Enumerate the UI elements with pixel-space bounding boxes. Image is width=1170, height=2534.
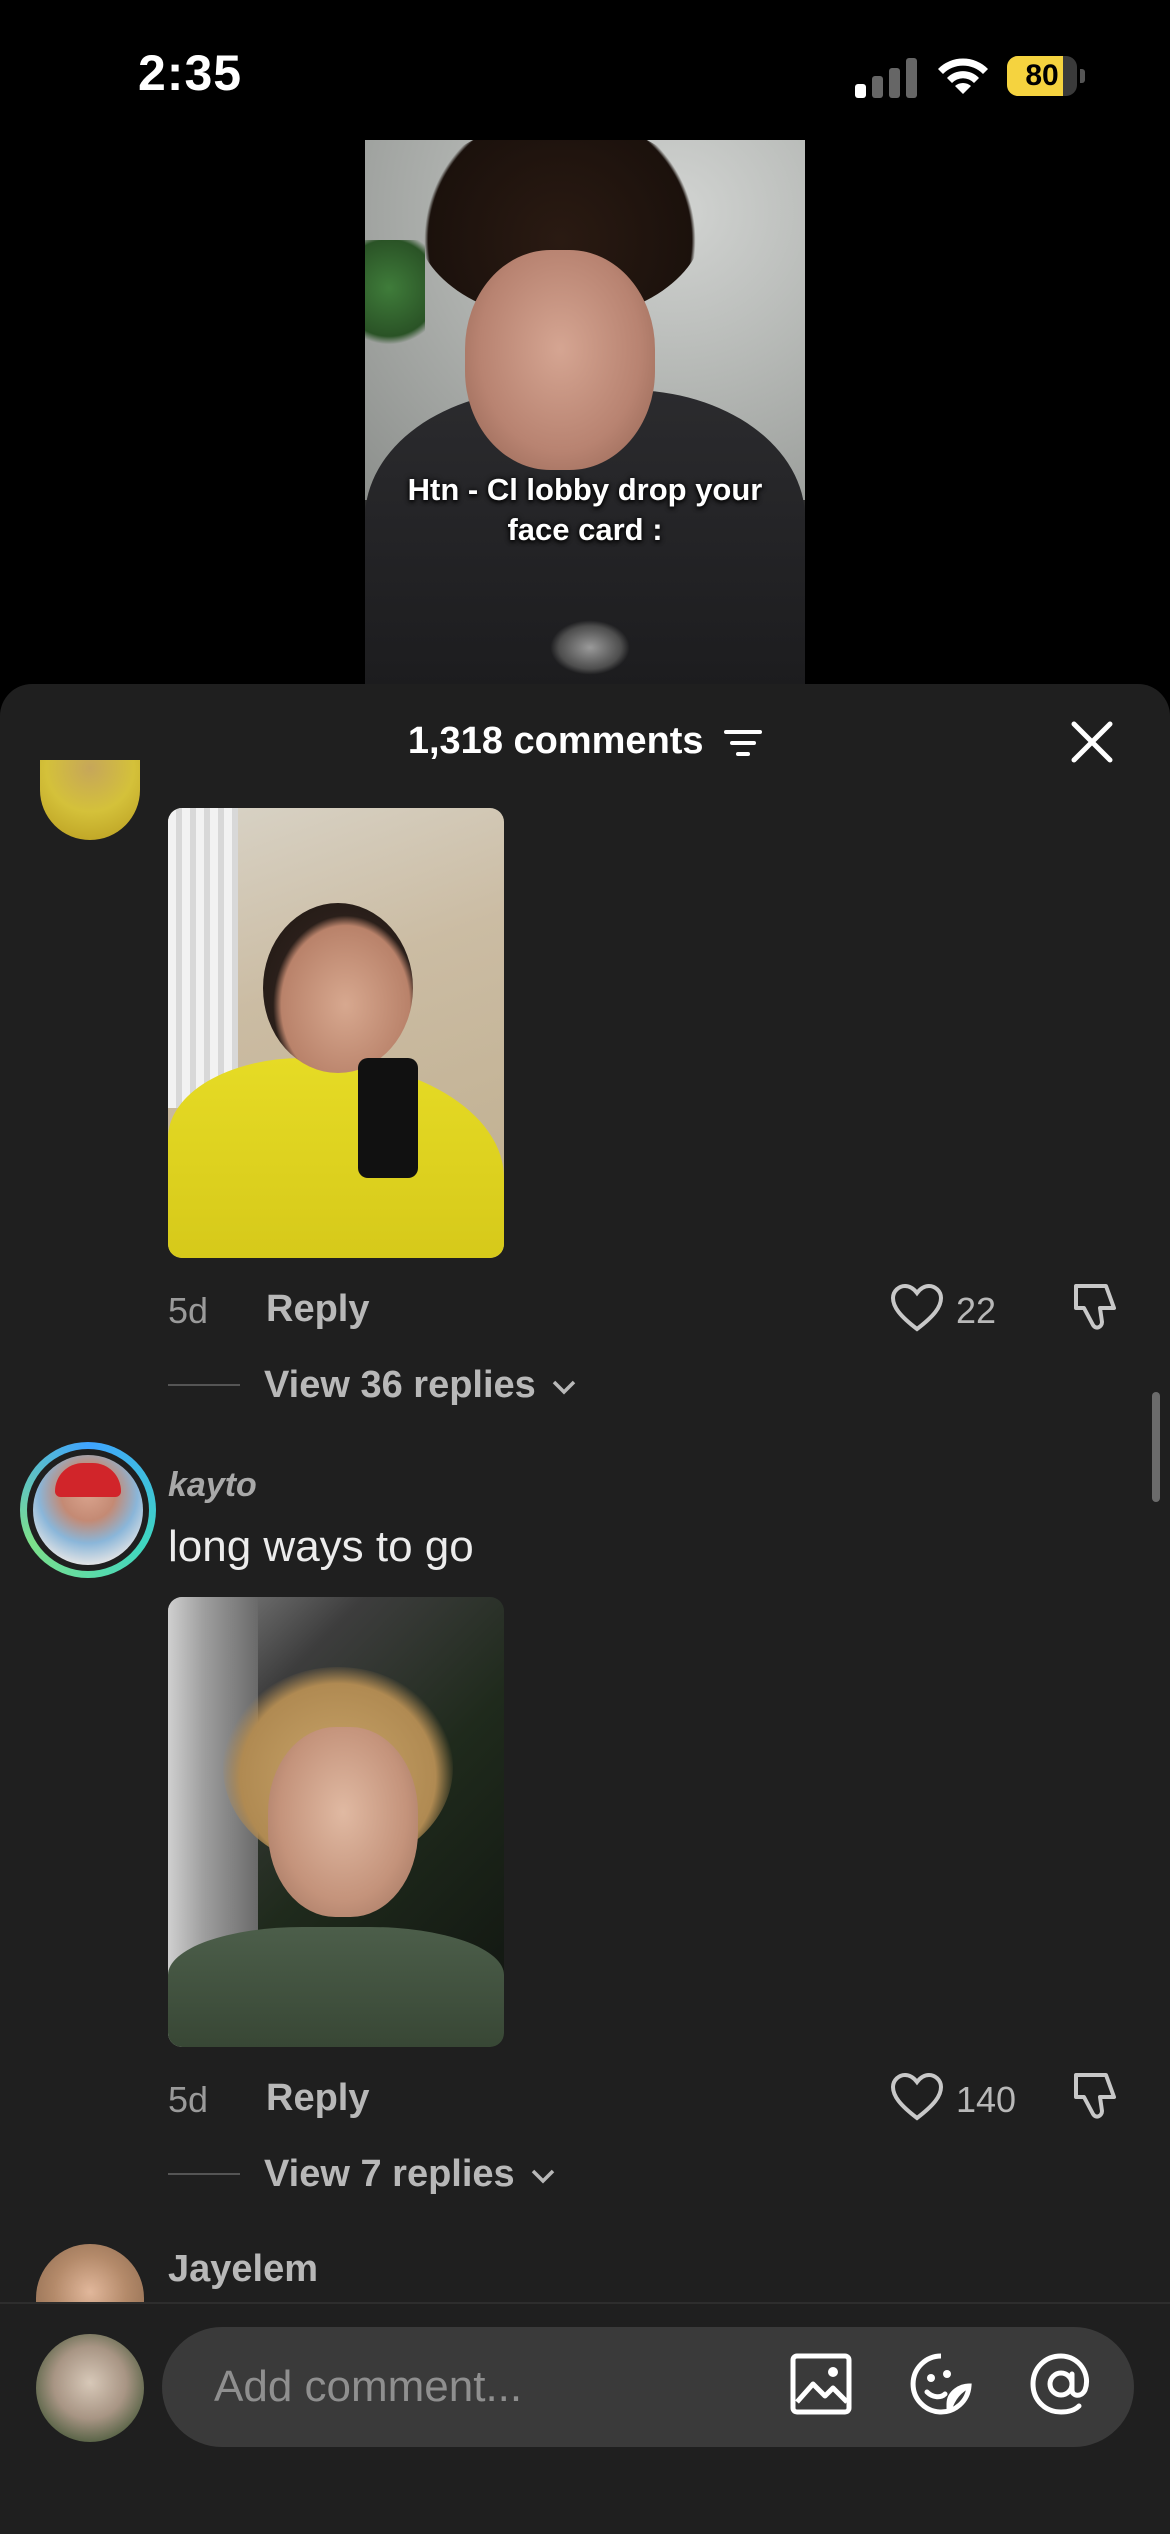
mention-icon[interactable] (1029, 2352, 1093, 2416)
photo-shirt (168, 1058, 504, 1258)
photo-phone (358, 1058, 418, 1178)
like-count: 140 (956, 2079, 1017, 2120)
photo-curtain (168, 808, 238, 1108)
view-replies-button[interactable]: View 7 replies (264, 2153, 557, 2196)
heart-icon[interactable] (890, 2072, 944, 2122)
status-time: 2:35 (138, 45, 243, 101)
comment-input[interactable] (214, 2357, 774, 2417)
video-preview[interactable]: Htn - Cl lobby drop your face card : (365, 140, 805, 685)
video-face (465, 250, 655, 470)
reply-button[interactable]: Reply (266, 1288, 369, 1331)
view-replies-label: View 36 replies (264, 1364, 536, 1406)
filter-icon[interactable] (724, 728, 763, 758)
avatar[interactable] (36, 2334, 144, 2442)
comment-age: 5d (168, 1290, 209, 1331)
replies-divider (168, 1384, 240, 1386)
photo-head (263, 903, 413, 1073)
view-replies-button[interactable]: View 36 replies (264, 1364, 578, 1407)
replies-divider (168, 2173, 240, 2175)
video-plant (365, 240, 425, 360)
scrollbar[interactable] (1152, 1392, 1160, 1502)
comment-photo[interactable] (168, 808, 504, 1258)
chevron-down-icon (553, 1380, 576, 1395)
battery-icon: 80 (1007, 56, 1087, 96)
thumbs-down-icon[interactable] (1070, 1280, 1124, 1334)
battery-level: 80 (1025, 59, 1059, 92)
photo-shirt (168, 1927, 504, 2047)
like-count: 22 (956, 1290, 997, 1331)
heart-icon[interactable] (890, 1283, 944, 1333)
view-replies-label: View 7 replies (264, 2153, 515, 2195)
photo-face (268, 1727, 418, 1917)
video-caption: Htn - Cl lobby drop your face card : (407, 472, 763, 547)
comment-photo[interactable] (168, 1597, 504, 2047)
avatar[interactable] (20, 1442, 156, 1578)
thumbs-down-icon[interactable] (1070, 2069, 1124, 2123)
comment-text: long ways to go (168, 1522, 474, 1571)
cellular-signal-icon (855, 58, 917, 98)
hoodie-logo (550, 620, 630, 675)
close-icon[interactable] (1070, 720, 1114, 764)
image-icon[interactable] (789, 2352, 853, 2416)
wifi-icon (938, 58, 988, 94)
comments-count: 1,318 comments (407, 720, 704, 762)
chevron-down-icon (532, 2169, 555, 2184)
avatar-photo (33, 1455, 143, 1565)
comment-age: 5d (168, 2079, 209, 2120)
sticker-icon[interactable] (909, 2352, 973, 2416)
comment-username[interactable]: kayto (168, 1466, 257, 1505)
comment-username[interactable]: Jayelem (168, 2248, 318, 2291)
reply-button[interactable]: Reply (266, 2077, 369, 2120)
comments-header: 1,318 comments (0, 720, 1170, 763)
